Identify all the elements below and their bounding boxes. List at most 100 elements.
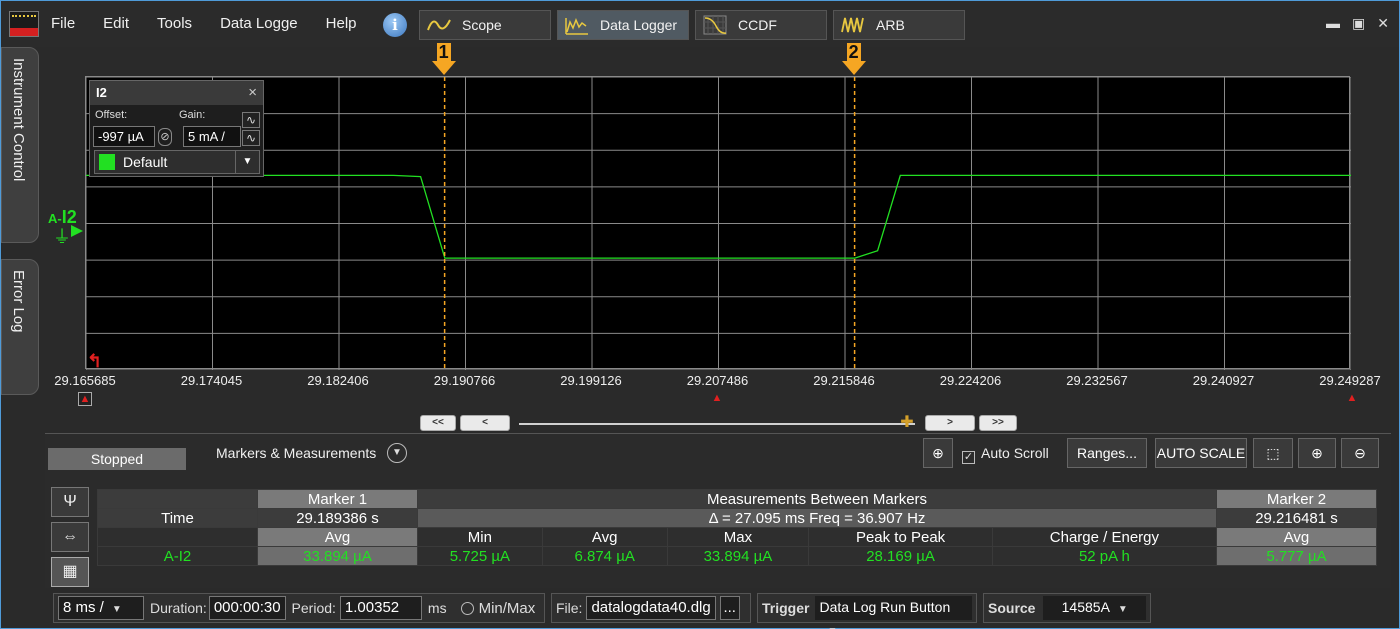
- time-row-label: Time: [97, 508, 258, 528]
- scroll-prev-button[interactable]: <: [460, 415, 510, 431]
- run-status: Stopped: [48, 448, 186, 470]
- lock-icon[interactable]: ⊘: [158, 128, 172, 146]
- x-axis-left-marker-icon[interactable]: ▲: [78, 392, 92, 406]
- chevron-down-icon: ▼: [111, 604, 122, 615]
- measurements-table: Marker 1 Measurements Between Markers Ma…: [97, 489, 1377, 566]
- tab-data-logger[interactable]: Data Logger: [557, 10, 689, 40]
- auto-scroll-checkbox[interactable]: ✓ Auto Scroll: [962, 445, 1049, 464]
- marker-1-label: 1: [436, 42, 451, 62]
- color-select-value: Default: [123, 154, 168, 170]
- duration-field[interactable]: 000:00:30: [208, 596, 286, 620]
- marker-2-time: 29.216481 s: [1216, 508, 1377, 528]
- timing-group: 8 ms / ▼ Duration: 000:00:30 Period: 1.00…: [53, 593, 545, 623]
- waveform-graph[interactable]: [85, 76, 1351, 370]
- data-logger-icon: [564, 14, 590, 36]
- source-select[interactable]: 14585A ▼: [1043, 596, 1146, 620]
- ac-coupling-icon[interactable]: ∿: [242, 112, 260, 128]
- menu-file[interactable]: File: [51, 15, 75, 32]
- chevron-down-icon[interactable]: ▼: [387, 443, 407, 463]
- menu-edit[interactable]: Edit: [103, 15, 129, 32]
- timebase-value: 8 ms /: [63, 599, 104, 616]
- header-spacer: [97, 527, 258, 547]
- tab-arb[interactable]: ARB: [833, 10, 965, 40]
- menu-tools[interactable]: Tools: [157, 15, 192, 32]
- info-icon[interactable]: i: [383, 13, 407, 37]
- marker-2-arrow-icon: [841, 61, 866, 75]
- trigger-group: Trigger Data Log Run Button ▼: [757, 593, 977, 629]
- filter-icon[interactable]: ∿: [242, 130, 260, 146]
- trigger-marker-icon: ↰: [87, 351, 103, 371]
- minmax-label: Min/Max: [478, 599, 536, 617]
- file-name-field[interactable]: datalogdata40.dlg: [586, 596, 716, 620]
- scroll-next-button[interactable]: >: [925, 415, 975, 431]
- x-tick-label: 29.215846: [813, 373, 875, 388]
- col-header-charge-energy: Charge / Energy: [991, 527, 1218, 547]
- trigger-select[interactable]: Data Log Run Button ▼: [815, 596, 972, 629]
- tab-ccdf-label: CCDF: [738, 17, 777, 33]
- x-tick-label: 29.207486: [686, 373, 749, 388]
- scroll-last-button[interactable]: >>: [979, 415, 1017, 431]
- close-icon[interactable]: ✕: [1377, 15, 1389, 32]
- channel-panel-header: I2 ×: [90, 81, 263, 105]
- color-swatch: [99, 154, 115, 170]
- value-max: 33.894 µA: [666, 546, 810, 566]
- zoom-region-icon[interactable]: ⬚: [1253, 438, 1293, 468]
- minmax-checkbox[interactable]: Min/Max: [460, 599, 536, 617]
- channel-offset-arrow-icon[interactable]: [71, 225, 83, 237]
- marker-span-icon[interactable]: ⇔: [51, 522, 89, 552]
- value-min: 5.725 µA: [417, 546, 543, 566]
- tab-ccdf[interactable]: CCDF: [695, 10, 827, 40]
- tab-scope[interactable]: Scope: [419, 10, 551, 40]
- auto-scale-button[interactable]: AUTO SCALE: [1155, 438, 1247, 468]
- x-tick-label: 29.240927: [1192, 373, 1255, 388]
- scroll-first-button[interactable]: <<: [420, 415, 456, 431]
- chevron-down-icon: ▼: [827, 621, 837, 629]
- value-peak-to-peak: 28.169 µA: [808, 546, 993, 566]
- markers-measurements-title[interactable]: Markers & Measurements: [216, 445, 376, 461]
- marker-2-header: Marker 2: [1216, 489, 1377, 509]
- x-tick-label: 29.165685: [54, 373, 116, 388]
- add-marker-button[interactable]: ⊕: [923, 438, 953, 468]
- scroll-slider-track[interactable]: [519, 423, 915, 425]
- table-row: A-I2 33.894 µA 5.725 µA 6.874 µA 33.894 …: [97, 546, 1377, 566]
- gain-field[interactable]: 5 mA /: [183, 126, 241, 147]
- zoom-out-icon[interactable]: ⊖: [1341, 438, 1379, 468]
- marker-1-flag[interactable]: 1: [431, 43, 457, 75]
- ranges-button[interactable]: Ranges...: [1067, 438, 1147, 468]
- value-charge-energy: 52 pA h: [991, 546, 1218, 566]
- grid-measure-icon[interactable]: ▦: [51, 557, 89, 587]
- marker-1-header: Marker 1: [257, 489, 418, 509]
- side-tab-instrument-control[interactable]: Instrument Control: [1, 47, 39, 243]
- period-field[interactable]: 1.00352: [339, 596, 422, 620]
- menu-data-logger[interactable]: Data Logge: [220, 15, 298, 32]
- col-header-min: Min: [417, 527, 543, 547]
- channel-panel-title: I2: [96, 85, 107, 100]
- channel-settings-panel: I2 × Offset: Gain: -997 µA ⊘ 5 mA / ∿ ∿ …: [89, 80, 264, 177]
- offset-field[interactable]: -997 µA: [93, 126, 155, 147]
- file-browse-button[interactable]: ...: [719, 596, 740, 620]
- color-select[interactable]: Default ▼: [94, 150, 260, 174]
- menu-help[interactable]: Help: [326, 15, 357, 32]
- x-axis-marker-icon: ▲: [711, 392, 723, 404]
- maximize-icon[interactable]: ▣: [1352, 15, 1365, 32]
- probe-tool-icon[interactable]: Ψ: [51, 487, 89, 517]
- timebase-select[interactable]: 8 ms / ▼: [58, 596, 144, 620]
- minimize-icon[interactable]: ▬: [1326, 15, 1340, 32]
- zoom-in-icon[interactable]: ⊕: [1298, 438, 1336, 468]
- app-logo-icon[interactable]: [9, 11, 39, 37]
- marker-1-arrow-icon: [431, 61, 456, 75]
- side-tab-error-log[interactable]: Error Log: [1, 259, 39, 395]
- col-header-avg: Avg: [541, 527, 668, 547]
- close-icon[interactable]: ×: [248, 81, 257, 105]
- ground-icon: ⏚: [53, 227, 71, 247]
- period-label: Period:: [291, 600, 336, 616]
- marker-2-flag[interactable]: 2: [841, 43, 867, 75]
- value-avg: 6.874 µA: [541, 546, 668, 566]
- side-tab-error-log-label: Error Log: [10, 270, 27, 333]
- tab-arb-label: ARB: [876, 17, 905, 33]
- source-value: 14585A: [1061, 599, 1110, 615]
- scroll-slider-thumb[interactable]: ✚: [900, 414, 914, 432]
- tab-data-logger-label: Data Logger: [600, 17, 678, 33]
- x-axis-right-marker-icon: ▲: [1346, 392, 1358, 404]
- checkbox-icon: ✓: [962, 451, 975, 464]
